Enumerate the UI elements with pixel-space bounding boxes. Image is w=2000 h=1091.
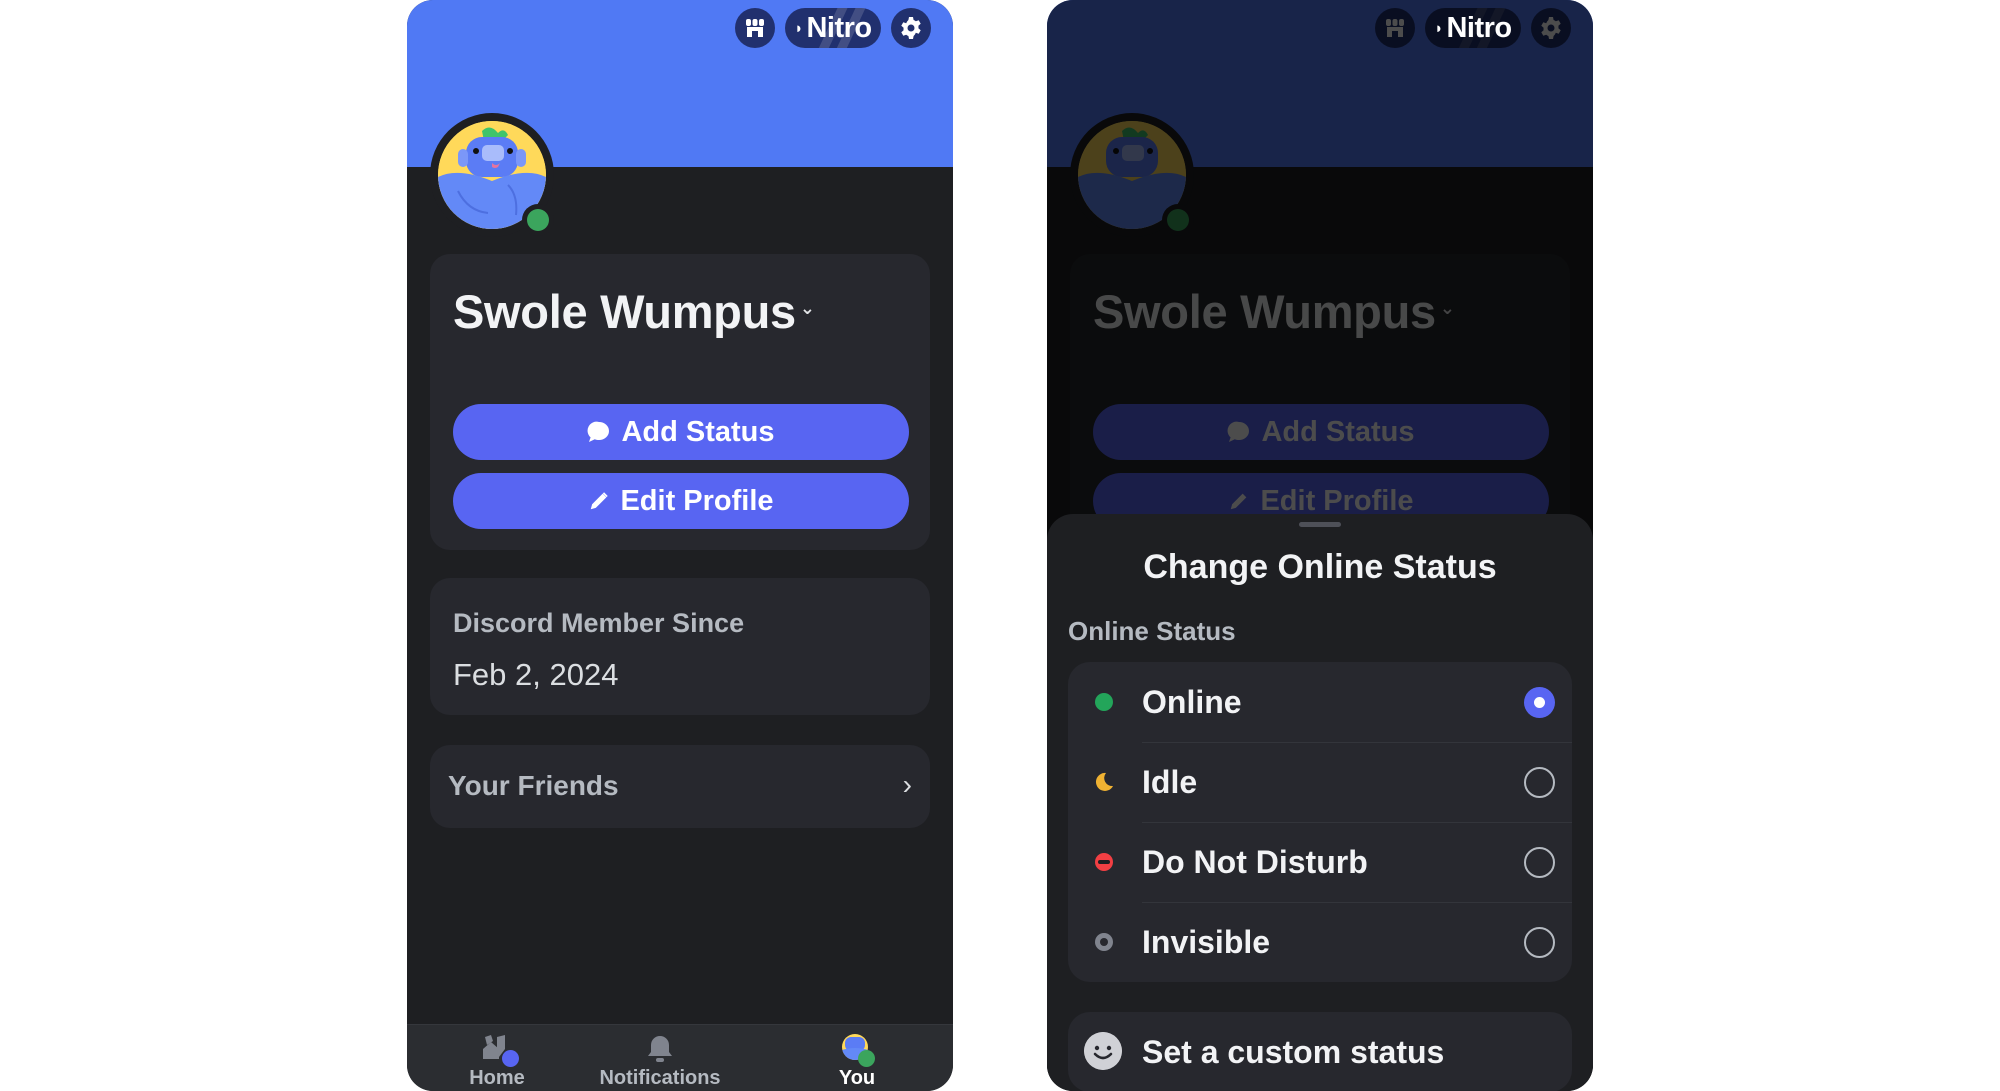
status-screen: ◗ Nitro Swole Wumpus⌄ <box>1047 0 1593 1091</box>
status-option-label: Do Not Disturb <box>1142 843 1368 880</box>
home-badge <box>502 1050 519 1067</box>
nav-tab-home[interactable]: Home <box>457 1033 537 1090</box>
nav-label-you: You <box>838 1067 876 1089</box>
nitro-icon: ◗ <box>794 19 804 37</box>
online-status-section-label: Online Status <box>1068 616 1236 646</box>
edit-profile-button[interactable]: Edit Profile <box>453 473 909 529</box>
bottom-nav: Home Notifications You <box>407 1024 953 1091</box>
nitro-button[interactable]: ◗ Nitro <box>785 8 881 48</box>
status-option-online[interactable]: Online <box>1068 662 1572 742</box>
radio-unselected[interactable] <box>1524 846 1555 878</box>
display-name: Swole Wumpus <box>453 285 796 338</box>
member-since-date: Feb 2, 2024 <box>453 657 619 692</box>
smiley-icon <box>1084 1032 1122 1070</box>
nav-tab-notifications[interactable]: Notifications <box>585 1033 735 1090</box>
status-options-list: Online Idle Do Not Disturb Invisible <box>1068 662 1572 982</box>
home-icon <box>477 1033 519 1067</box>
drag-handle[interactable] <box>1299 522 1341 527</box>
online-dot-icon <box>1095 693 1113 711</box>
shop-icon <box>746 19 764 37</box>
nitro-icon: ◗ <box>1434 19 1444 37</box>
pencil-icon <box>591 492 609 510</box>
status-indicator <box>522 204 554 236</box>
chevron-down-icon: ⌄ <box>799 298 815 318</box>
nav-label-home: Home <box>469 1067 525 1089</box>
sheet-title: Change Online Status <box>1143 548 1497 586</box>
profile-card: Swole Wumpus⌄ Add Status Edit Profile <box>430 254 930 550</box>
add-status-button[interactable]: Add Status <box>453 404 909 460</box>
nitro-label: Nitro <box>1446 11 1512 44</box>
speech-bubble-icon <box>588 421 610 442</box>
shop-button[interactable] <box>735 8 775 48</box>
status-option-label: Idle <box>1142 763 1198 800</box>
your-friends-label: Your Friends <box>448 770 619 801</box>
invisible-icon <box>1095 933 1113 951</box>
nav-tab-you[interactable]: You <box>817 1033 897 1090</box>
radio-selected[interactable] <box>1524 686 1555 718</box>
online-status-dot <box>527 209 549 231</box>
chevron-right-icon: › <box>902 769 912 800</box>
change-status-sheet: Change Online Status Online Status Onlin… <box>1047 514 1593 1091</box>
radio-unselected[interactable] <box>1524 766 1555 798</box>
member-since-card: Discord Member Since Feb 2, 2024 <box>430 578 930 715</box>
status-option-label: Invisible <box>1142 923 1271 960</box>
dnd-icon <box>1095 853 1113 871</box>
custom-status-label: Set a custom status <box>1142 1033 1445 1070</box>
status-option-dnd[interactable]: Do Not Disturb <box>1068 822 1572 902</box>
settings-button[interactable] <box>891 8 931 48</box>
you-status-badge <box>858 1050 875 1067</box>
avatar-icon <box>837 1033 877 1067</box>
status-option-label: Online <box>1142 683 1242 720</box>
add-status-label: Add Status <box>621 415 775 448</box>
nav-label-notifications: Notifications <box>599 1067 721 1089</box>
display-name-button[interactable]: Swole Wumpus ⌄ <box>453 284 815 339</box>
status-option-idle[interactable]: Idle <box>1068 742 1572 822</box>
gear-icon <box>901 17 921 39</box>
moon-icon <box>1095 772 1113 791</box>
your-friends-button[interactable]: Your Friends › <box>430 745 930 828</box>
profile-screen: ◗ Nitro Swole Wumpus ⌄ Add Status Edit P… <box>407 0 953 1091</box>
status-option-invisible[interactable]: Invisible <box>1068 902 1572 982</box>
radio-unselected[interactable] <box>1524 926 1555 958</box>
nitro-label: Nitro <box>806 11 872 44</box>
set-custom-status-button[interactable]: Set a custom status <box>1068 1012 1572 1091</box>
bell-icon <box>640 1033 680 1065</box>
avatar[interactable] <box>430 113 554 237</box>
member-since-label: Discord Member Since <box>453 608 745 638</box>
edit-profile-label: Edit Profile <box>620 484 774 517</box>
